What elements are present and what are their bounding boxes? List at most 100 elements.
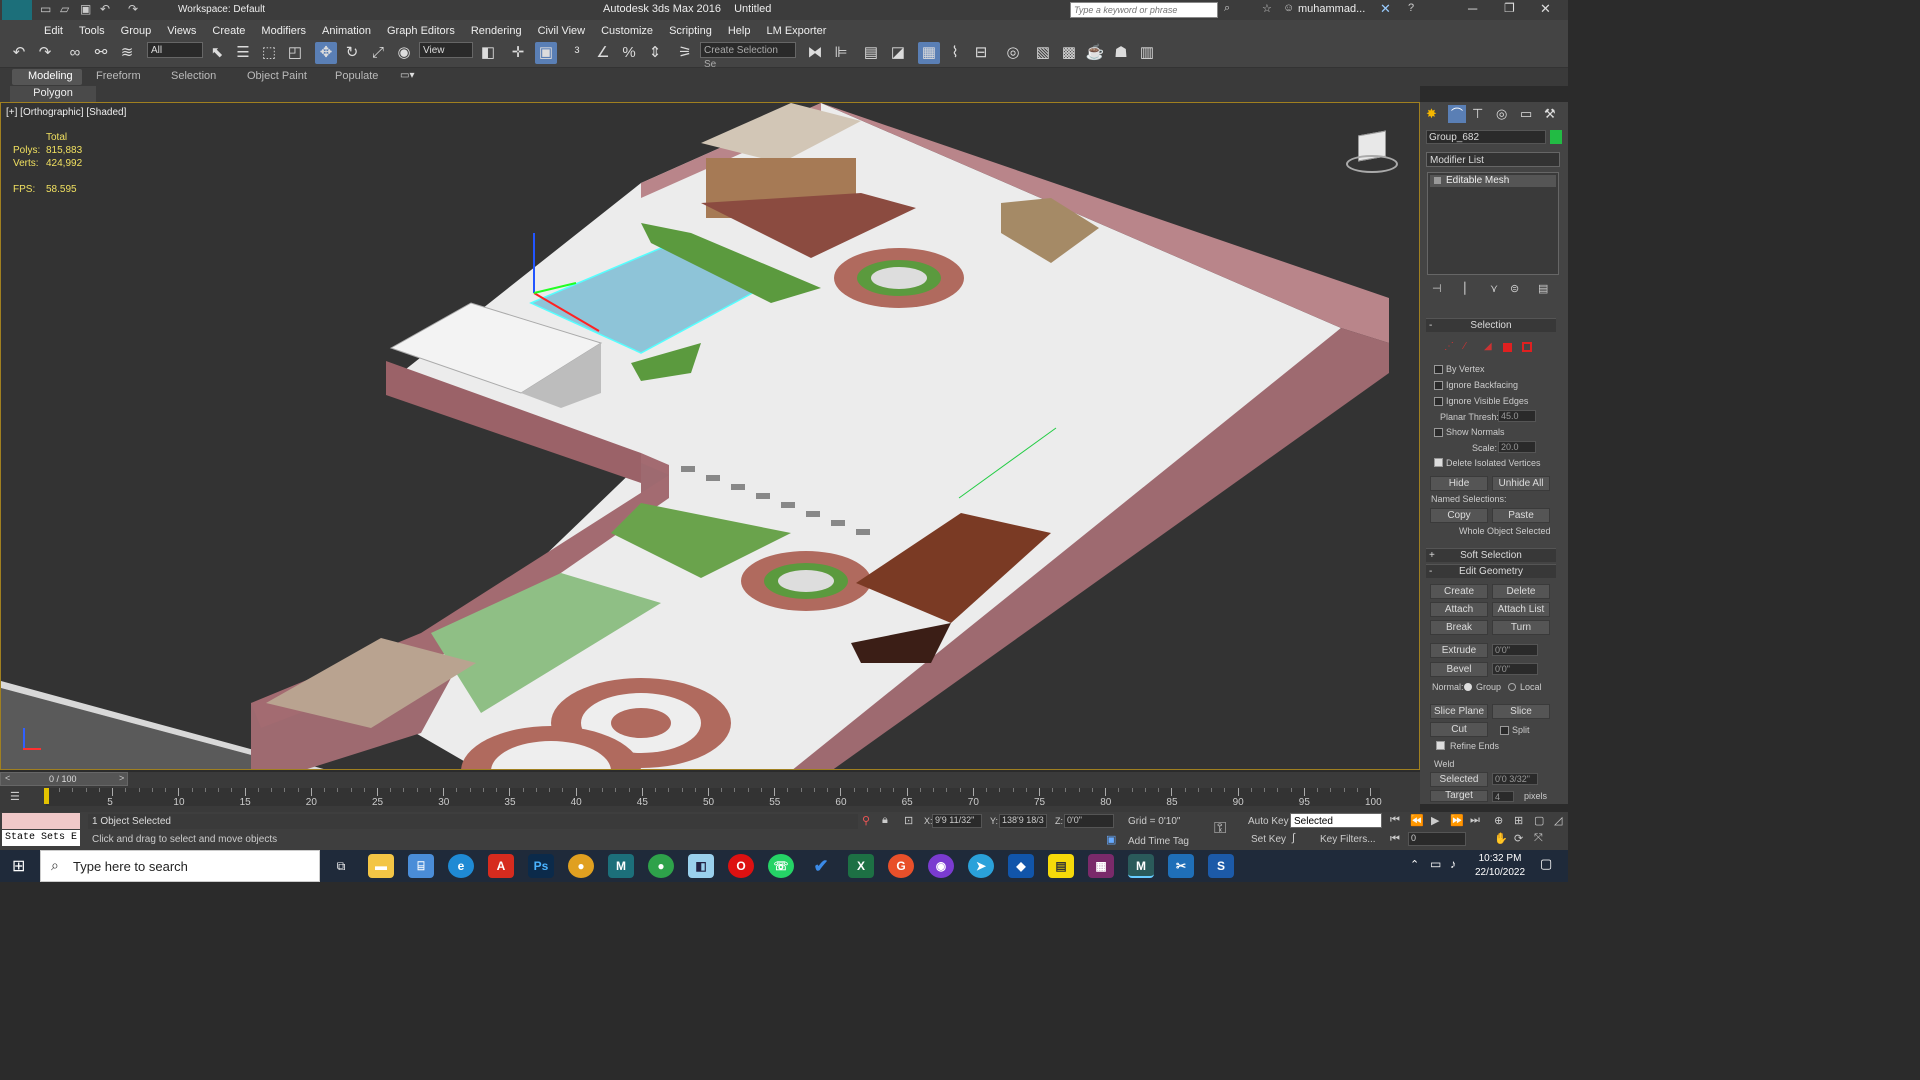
stack-item-editable-mesh[interactable]: Editable Mesh (1446, 175, 1509, 186)
layer-manager-icon[interactable]: ◪ (887, 42, 909, 64)
chrome-icon[interactable]: ● (568, 854, 594, 878)
ignore-backfacing-checkbox[interactable] (1434, 381, 1443, 390)
extrude-spinner[interactable]: 0'0" (1492, 644, 1538, 656)
vertex-mode-icon[interactable]: ⋰ (1444, 341, 1454, 352)
listener-pink-box[interactable] (2, 813, 80, 829)
select-by-name-icon[interactable]: ☰ (232, 42, 254, 64)
modify-tab-icon[interactable]: ⌒ (1448, 105, 1466, 123)
named-selection-dropdown[interactable]: Create Selection Se (700, 42, 796, 70)
zoom-all-icon[interactable]: ⊞ (1514, 814, 1523, 827)
windows-start-icon[interactable]: ⊞ (12, 856, 25, 876)
next-frame-icon[interactable]: > (119, 773, 124, 783)
prev-frame-icon[interactable]: < (5, 773, 10, 783)
acrobat-icon[interactable]: A (488, 854, 514, 878)
slice-plane-button[interactable]: Slice Plane (1430, 704, 1488, 719)
weld-target-button[interactable]: Target (1430, 790, 1488, 802)
taskbar-clock[interactable]: 10:32 PM 22/10/2022 (1470, 852, 1530, 880)
notifications-icon[interactable]: ▢ (1540, 856, 1552, 872)
tray-expand-icon[interactable]: ⌃ (1410, 858, 1419, 871)
keyboard-shortcut-icon[interactable]: ▣ (535, 42, 557, 64)
mirror-icon[interactable]: ⧓ (804, 42, 826, 64)
object-color-swatch[interactable] (1550, 130, 1562, 144)
key-icon[interactable]: ⚿ (1214, 820, 1226, 838)
ribbon-tab-selection[interactable]: Selection (171, 70, 216, 82)
open-file-icon[interactable]: ▱ (60, 2, 69, 16)
select-scale-icon[interactable]: ⤢ (367, 42, 389, 64)
place-icon[interactable]: ◉ (393, 42, 415, 64)
manipulate-icon[interactable]: ✛ (507, 42, 529, 64)
viewport-perspective[interactable]: [+] [Orthographic] [Shaded] Total Polys:… (0, 102, 1420, 770)
telegram-icon[interactable]: ➤ (968, 854, 994, 878)
grammarly-icon[interactable]: G (888, 854, 914, 878)
paste-button[interactable]: Paste (1492, 508, 1550, 523)
goto-start-icon[interactable]: ⏮ (1390, 814, 1400, 827)
binoculars-icon[interactable]: ⌕ (1224, 2, 1230, 15)
file-explorer-icon[interactable]: ▬ (368, 854, 394, 878)
show-normals-checkbox[interactable] (1434, 428, 1443, 437)
bevel-spinner[interactable]: 0'0" (1492, 663, 1538, 675)
stack-item-toggle-icon[interactable] (1434, 177, 1441, 184)
object-name-field[interactable] (1426, 130, 1546, 144)
play-icon[interactable]: ▶ (1431, 814, 1439, 827)
curve-editor-icon[interactable]: ⌇ (944, 42, 966, 64)
turn-button[interactable]: Turn (1492, 620, 1550, 635)
star-icon[interactable]: ☆ (1262, 2, 1272, 15)
key-filters-button[interactable]: Key Filters... (1320, 834, 1376, 845)
notes-icon[interactable]: ◧ (688, 854, 714, 878)
scene-render[interactable] (1, 103, 1420, 770)
attach-list-button[interactable]: Attach List (1492, 602, 1550, 617)
utilities-tab-icon[interactable]: ⚒ (1544, 106, 1556, 122)
weld-threshold-spinner[interactable]: 0'0 3/32" (1492, 773, 1538, 785)
snipping-icon[interactable]: ✂ (1168, 854, 1194, 878)
close-icon[interactable]: ✕ (1540, 1, 1551, 17)
hide-button[interactable]: Hide (1430, 476, 1488, 491)
ribbon-tab-populate[interactable]: Populate (335, 70, 378, 82)
save-file-icon[interactable]: ▣ (80, 2, 91, 16)
field-of-view-icon[interactable]: ◿ (1554, 814, 1562, 827)
exchange-icon[interactable]: ✕ (1380, 1, 1391, 17)
refine-ends-checkbox[interactable] (1436, 741, 1445, 750)
layer-explorer-icon[interactable]: ▤ (860, 42, 882, 64)
bind-space-warp-icon[interactable]: ≋ (116, 42, 138, 64)
redo-icon[interactable]: ↷ (128, 2, 138, 16)
user-icon[interactable]: ☺ (1283, 2, 1294, 14)
rect-selection-icon[interactable]: ⬚ (258, 42, 280, 64)
cut-button[interactable]: Cut (1430, 722, 1488, 737)
display-tab-icon[interactable]: ▭ (1520, 106, 1532, 122)
configure-sets-icon[interactable]: ▤ (1538, 282, 1548, 295)
state-sets-button[interactable]: State Sets E (2, 830, 80, 846)
3dsmax-taskbar-icon[interactable]: M (608, 854, 634, 878)
snaps-toggle-icon[interactable]: ³ (566, 42, 588, 64)
create-tab-icon[interactable]: ✸ (1426, 106, 1437, 122)
orbit-icon[interactable]: ⟳ (1514, 832, 1523, 845)
planar-thresh-spinner[interactable]: 45.0 (1498, 410, 1536, 422)
percent-snap-icon[interactable]: % (618, 42, 640, 64)
split-checkbox[interactable] (1500, 726, 1509, 735)
autocad-icon[interactable]: ◆ (1008, 854, 1034, 878)
delete-isolated-checkbox[interactable] (1434, 458, 1443, 467)
angle-snap-icon[interactable]: ∠ (592, 42, 614, 64)
workspace-dropdown[interactable]: Workspace: Default (175, 2, 281, 18)
auto-key-mode-dropdown[interactable]: Selected (1290, 813, 1382, 828)
3dsmax-active-icon[interactable]: M (1128, 854, 1154, 878)
time-slider[interactable]: < 0 / 100 > (0, 772, 128, 786)
ribbon-tab-modeling[interactable]: Modeling (28, 70, 73, 82)
unhide-all-button[interactable]: Unhide All (1492, 476, 1550, 491)
ref-coord-dropdown[interactable]: View (419, 42, 473, 58)
view-cube-icon[interactable] (1346, 130, 1398, 175)
render-online-icon[interactable]: ▥ (1136, 42, 1158, 64)
excel-icon[interactable]: X (848, 854, 874, 878)
current-frame-marker[interactable] (44, 788, 49, 804)
zoom-extents-icon[interactable]: ⊕ (1494, 814, 1503, 827)
window-crossing-icon[interactable]: ◰ (284, 42, 306, 64)
select-rotate-icon[interactable]: ↻ (341, 42, 363, 64)
viewport-label[interactable]: [+] [Orthographic] [Shaded] (6, 107, 126, 118)
y-coord-field[interactable]: 138'9 18/3 (999, 814, 1047, 828)
user-name[interactable]: muhammad... (1298, 3, 1365, 15)
weld-selected-button[interactable]: Selected (1430, 772, 1488, 787)
new-file-icon[interactable]: ▭ (40, 2, 51, 16)
undo-toolbar-icon[interactable]: ↶ (8, 42, 30, 64)
opera-icon[interactable]: O (728, 854, 754, 878)
selection-filter-dropdown[interactable]: All (147, 42, 203, 58)
maximize-icon[interactable]: ❐ (1504, 1, 1515, 15)
